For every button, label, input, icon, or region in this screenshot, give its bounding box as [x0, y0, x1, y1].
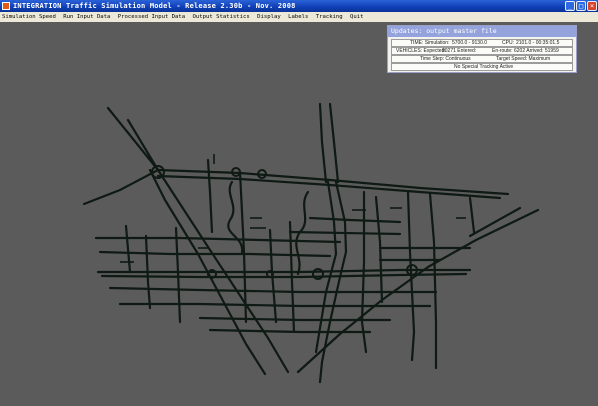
app-window: INTEGRATION Traffic Simulation Model - R…: [0, 0, 598, 406]
cpu-value: 2101.0 - 00:35:01.5: [516, 40, 560, 46]
road-ns-178: [174, 226, 182, 324]
window-title: INTEGRATION Traffic Simulation Model - R…: [13, 2, 296, 10]
interchange-south-central: [266, 270, 274, 278]
menu-output-statistics[interactable]: Output Statistics: [191, 12, 252, 22]
timestep-row: Time Step: Continuous Target Speed: Maxi…: [391, 55, 573, 63]
status-panel-title: Updates: output master file: [388, 26, 576, 37]
road-network: [82, 102, 540, 384]
menu-quit[interactable]: Quit: [348, 12, 365, 22]
road-ns-364: [360, 190, 368, 354]
menu-labels[interactable]: Labels: [286, 12, 310, 22]
minimize-button[interactable]: _: [565, 1, 575, 11]
menu-run-input-data[interactable]: Run Input Data: [61, 12, 112, 22]
menu-tracking[interactable]: Tracking: [314, 12, 345, 22]
app-icon: [2, 2, 10, 10]
street-198: [308, 216, 402, 224]
road-ns-434: [428, 192, 438, 370]
arterial-central: [96, 268, 472, 274]
vehicles-expected: 90271 Entered:: [442, 48, 477, 54]
maximize-button[interactable]: □: [576, 1, 586, 11]
road-ns-central-2: [314, 180, 338, 354]
network-canvas[interactable]: [0, 22, 598, 406]
cpu-label: CPU:: [502, 40, 514, 46]
road-network-map[interactable]: [0, 22, 598, 406]
time-value: 5700.0 - 9130.0: [452, 40, 488, 46]
timestep-mode: Time Step: Continuous: [420, 56, 471, 62]
street-216: [94, 236, 342, 244]
enroute-value: 6202 Arrived: 51959: [514, 48, 559, 54]
menu-bar: Simulation Speed Run Input Data Processe…: [0, 12, 598, 22]
road-ns-130: [124, 224, 132, 274]
time-row: TIME: Simulation: 5700.0 - 9130.0 CPU: 2…: [391, 39, 573, 47]
tracking-status: No Special Tracking Active: [454, 64, 514, 70]
road-ns-470: [468, 196, 476, 234]
target-speed: Target Speed: Maximum: [496, 56, 551, 62]
tracking-row: No Special Tracking Active: [391, 63, 573, 71]
vehicles-row: VEHICLES: Expected: 90271 Entered: En-ro…: [391, 47, 573, 55]
road-ns-208: [206, 158, 214, 234]
vehicles-label: VEHICLES: Expected:: [396, 48, 446, 54]
arterial-northwest: [82, 168, 160, 206]
time-label: TIME: Simulation:: [410, 40, 450, 46]
menu-processed-input-data[interactable]: Processed Input Data: [116, 12, 187, 22]
road-ns-410: [406, 190, 416, 362]
road-ns-north: [318, 102, 328, 184]
simulation-status-panel: Updates: output master file TIME: Simula…: [387, 25, 577, 73]
close-button[interactable]: ×: [587, 1, 597, 11]
road-ns-380: [374, 195, 384, 304]
road-ns-north-2: [328, 102, 340, 184]
street-232: [98, 250, 332, 258]
title-bar[interactable]: INTEGRATION Traffic Simulation Model - R…: [0, 0, 598, 12]
diagonal-road-northwest: [126, 118, 160, 172]
enroute-label: En-route:: [492, 48, 513, 54]
menu-display[interactable]: Display: [255, 12, 283, 22]
menu-simulation-speed[interactable]: Simulation Speed: [0, 12, 58, 22]
